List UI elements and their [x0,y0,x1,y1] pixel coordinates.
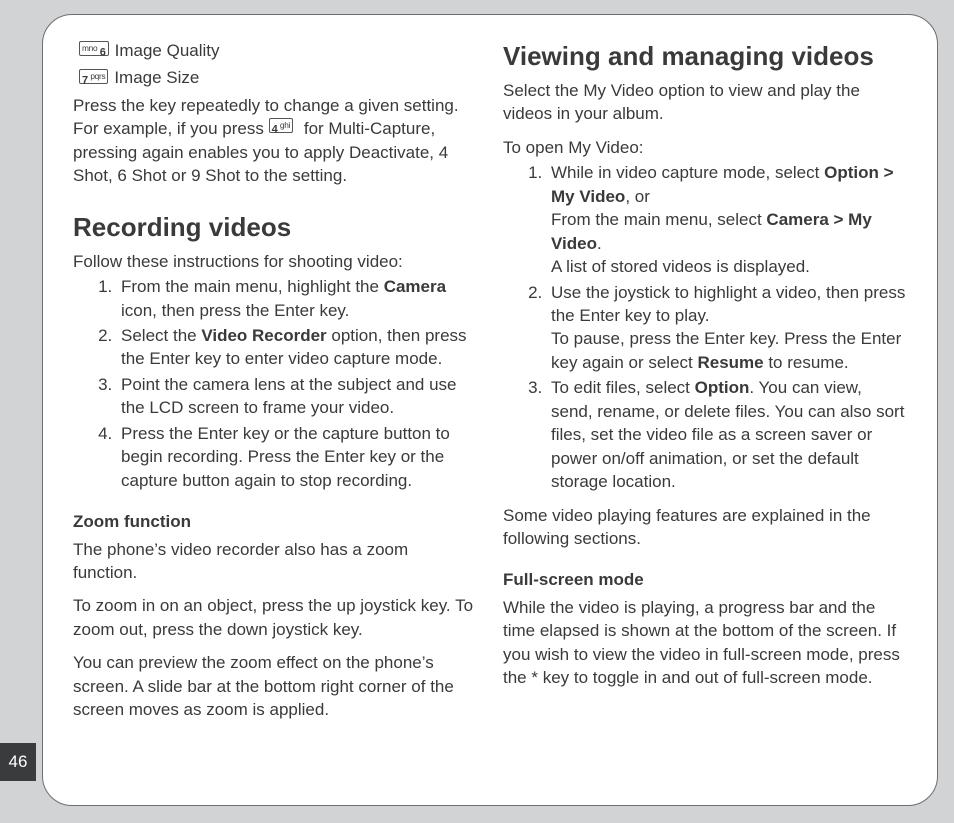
zoom-paragraph: To zoom in on an object, press the up jo… [73,594,477,641]
heading-viewing-managing: Viewing and managing videos [503,39,907,75]
bold-text: Resume [697,353,763,372]
text: Select the [121,326,201,345]
open-lead: To open My Video: [503,136,907,159]
recording-steps: From the main menu, highlight the Camera… [73,275,477,492]
list-item: Press the Enter key or the capture butto… [117,422,477,492]
list-item: Select the Video Recorder option, then p… [117,324,477,371]
list-item: Use the joystick to highlight a video, t… [547,281,907,375]
text: While in video capture mode, select [551,163,824,182]
list-item: Point the camera lens at the subject and… [117,373,477,420]
list-item: While in video capture mode, select Opti… [547,161,907,278]
text: From the main menu, highlight the [121,277,384,296]
key-4-icon: 4 ghi [269,118,294,133]
text: A list of stored videos is displayed. [551,257,810,276]
list-item: To edit files, select Option. You can vi… [547,376,907,493]
full-screen-paragraph: While the video is playing, a progress b… [503,596,907,690]
text: From the main menu, select [551,210,766,229]
intro-paragraph: Press the key repeatedly to change a giv… [73,94,477,188]
zoom-paragraph: You can preview the zoom effect on the p… [73,651,477,721]
viewing-lead: Select the My Video option to view and p… [503,79,907,126]
list-item: From the main menu, highlight the Camera… [117,275,477,322]
bold-text: Video Recorder [201,326,326,345]
key-6-label: Image Quality [115,39,220,62]
page-number: 46 [0,743,36,781]
left-column: mno 6 Image Quality 7 pqrs Image Size Pr… [73,39,477,783]
key-6-icon: mno 6 [79,41,109,56]
after-list-paragraph: Some video playing features are explaine… [503,504,907,551]
key-7-icon: 7 pqrs [79,69,108,84]
text: Use the joystick to highlight a video, t… [551,283,905,325]
recording-lead: Follow these instructions for shooting v… [73,250,477,273]
manual-page: mno 6 Image Quality 7 pqrs Image Size Pr… [42,14,938,806]
key-legend-row: 7 pqrs Image Size [73,66,477,89]
key-7-label: Image Size [114,66,199,89]
text: . [597,234,602,253]
open-steps: While in video capture mode, select Opti… [503,161,907,493]
text: To edit files, select [551,378,695,397]
heading-full-screen: Full-screen mode [503,568,907,591]
text: , or [625,187,650,206]
heading-zoom-function: Zoom function [73,510,477,533]
bold-text: Option [695,378,750,397]
right-column: Viewing and managing videos Select the M… [503,39,907,783]
bold-text: Camera [384,277,446,296]
key-legend-row: mno 6 Image Quality [73,39,477,62]
heading-recording-videos: Recording videos [73,210,477,246]
zoom-paragraph: The phone’s video recorder also has a zo… [73,538,477,585]
two-column-layout: mno 6 Image Quality 7 pqrs Image Size Pr… [73,39,907,783]
text: icon, then press the Enter key. [121,301,349,320]
text: to resume. [764,353,849,372]
